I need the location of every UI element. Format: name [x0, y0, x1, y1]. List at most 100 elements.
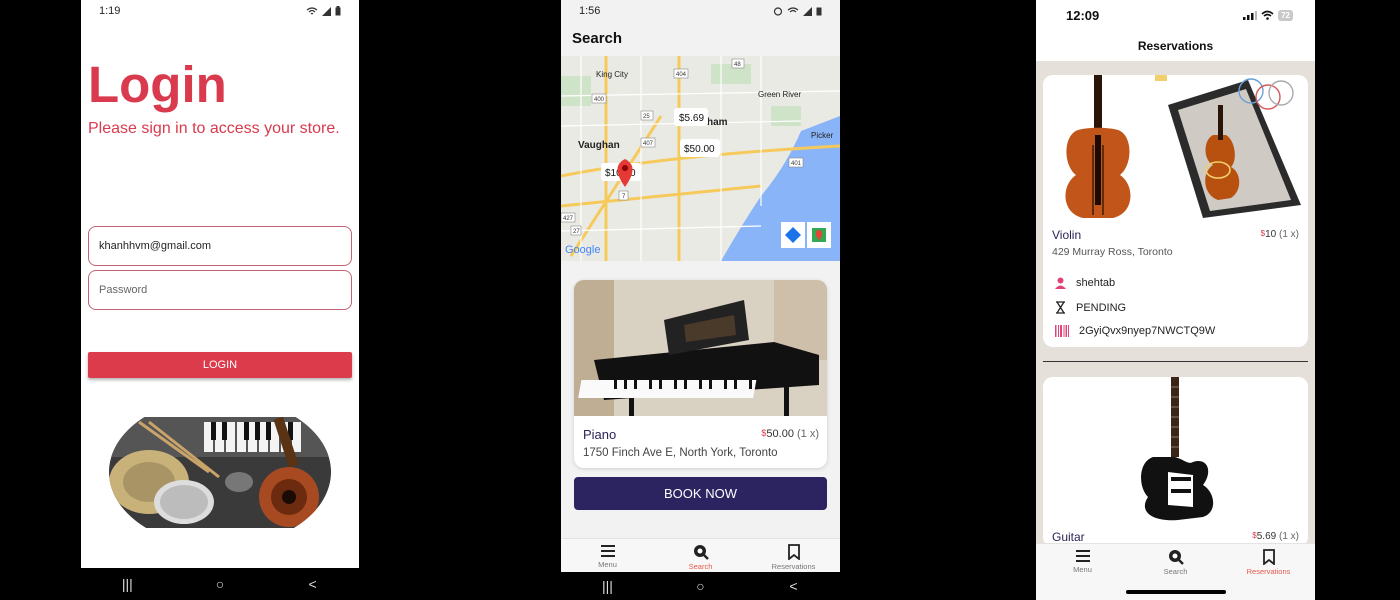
search-screen: 1:56 Search King City Vaughan Green Rive… [561, 0, 840, 600]
google-logo: Google [565, 244, 600, 256]
search-pin-icon [693, 545, 709, 560]
reservation-code-row: 2GyiQvx9nyep7NWCTQ9W [1055, 325, 1215, 337]
status-bar: 12:09 72 [1036, 0, 1315, 30]
bookmark-icon [787, 544, 800, 560]
tab-label: Reservations [771, 562, 816, 571]
reservation-status-row: PENDING [1055, 301, 1126, 314]
status-icons [306, 6, 341, 16]
road-label: 427 [563, 216, 574, 222]
recent-apps-button[interactable]: ||| [578, 578, 638, 594]
violin-image [1043, 75, 1308, 218]
login-button[interactable]: LOGIN [88, 352, 352, 378]
road-label: 407 [643, 141, 654, 147]
home-button[interactable]: ○ [671, 578, 731, 594]
signal-icon [803, 6, 812, 16]
item-address: 1750 Finch Ave E, North York, Toronto [583, 447, 778, 459]
reservation-card[interactable]: Violin $10 (1 x) 429 Murray Ross, Toront… [1043, 75, 1308, 347]
back-button[interactable]: < [283, 576, 343, 592]
android-nav-bar: ||| ○ < [561, 572, 840, 600]
tab-search[interactable]: Search [661, 539, 741, 572]
signal-icon [1243, 10, 1258, 20]
recent-apps-button[interactable]: ||| [97, 576, 157, 592]
item-price: $50.00 (1 x) [761, 428, 819, 440]
login-screen: 1:19 Login Please sign in to access your… [81, 0, 359, 600]
price-value: 5.69 [1256, 531, 1277, 542]
book-now-button[interactable]: BOOK NOW [574, 477, 827, 510]
quantity: (1 x) [797, 428, 819, 440]
map-city-label: Vaughan [578, 140, 620, 151]
road-label: 400 [594, 97, 605, 103]
tab-label: Menu [1073, 565, 1092, 574]
bookmark-icon [1262, 549, 1275, 565]
battery-icon [816, 7, 822, 16]
battery-icon [335, 6, 341, 16]
reservations-screen: 12:09 72 Reservations Violin $10 (1 x) 4… [1036, 0, 1315, 600]
reservation-code: 2GyiQvx9nyep7NWCTQ9W [1079, 325, 1216, 337]
road-label: 27 [573, 229, 580, 235]
reservation-user-row: shehtab [1055, 277, 1115, 289]
price-marker: $5.69 [674, 108, 708, 126]
reservation-status: PENDING [1076, 301, 1127, 314]
tab-label: Menu [598, 560, 617, 569]
price-value: 50.00 [766, 428, 794, 440]
status-icons: 72 [1243, 9, 1293, 21]
google-maps-icon [807, 222, 831, 248]
item-name: Piano [583, 427, 617, 442]
signal-icon [322, 6, 331, 16]
wifi-icon [1261, 10, 1274, 20]
page-title: Reservations [1036, 30, 1315, 61]
back-button[interactable]: < [764, 578, 824, 594]
search-pin-icon [1168, 550, 1184, 565]
price-marker-label: $50.00 [684, 144, 715, 155]
map-city-label: ham [707, 117, 728, 128]
wifi-icon [306, 6, 318, 14]
map-view[interactable]: King City Vaughan Green River Picker ham… [561, 56, 840, 261]
tab-label: Search [1163, 567, 1188, 576]
road-label: 401 [791, 161, 802, 167]
instruments-image [109, 417, 331, 528]
quantity: (1 x) [1279, 531, 1299, 542]
menu-icon [1075, 550, 1090, 562]
piano-image [574, 280, 827, 416]
tab-reservations[interactable]: Reservations [1229, 544, 1309, 600]
reservation-user: shehtab [1076, 277, 1116, 289]
road-label: 48 [734, 62, 741, 68]
email-field[interactable]: khanhhvm@gmail.com [88, 226, 352, 266]
status-time: 1:56 [579, 5, 601, 17]
reservation-name: Violin [1052, 228, 1082, 242]
home-button[interactable]: ○ [190, 576, 250, 592]
reservation-card[interactable]: Guitar $5.69 (1 x) [1043, 377, 1308, 547]
barcode-icon [1055, 325, 1069, 337]
reservation-price: $5.69 (1 x) [1252, 531, 1299, 542]
status-icons [773, 6, 822, 16]
tab-menu[interactable]: Menu [568, 539, 648, 572]
map-city-label: Picker [811, 131, 834, 140]
hourglass-icon [1056, 301, 1065, 314]
alarm-icon [773, 7, 783, 16]
status-bar: 1:19 [81, 0, 359, 22]
map-city-label: Green River [758, 90, 801, 99]
tab-menu[interactable]: Menu [1043, 544, 1123, 600]
page-title: Login [88, 56, 227, 113]
home-indicator[interactable] [1126, 590, 1226, 594]
listing-card[interactable]: Piano $50.00 (1 x) 1750 Finch Ave E, Nor… [574, 280, 827, 468]
price-marker: $50.00 [680, 139, 720, 157]
wifi-icon [787, 6, 799, 12]
reservation-address: 429 Murray Ross, Toronto [1052, 246, 1173, 258]
bottom-tab-bar: Menu Search Reservations [561, 538, 840, 572]
directions-icon [781, 222, 805, 248]
divider [1043, 361, 1308, 362]
tab-label: Reservations [1246, 567, 1291, 576]
password-field[interactable]: Password [88, 270, 352, 310]
tab-label: Search [688, 562, 713, 571]
reservation-price: $10 (1 x) [1261, 229, 1299, 240]
map-city-label: King City [596, 70, 628, 79]
page-title: Search [572, 30, 623, 47]
tab-reservations[interactable]: Reservations [754, 539, 834, 572]
battery-icon: 72 [1278, 9, 1293, 21]
road-label: 404 [676, 72, 687, 78]
page-subtitle: Please sign in to access your store. [88, 120, 340, 137]
user-icon [1055, 277, 1066, 289]
price-value: 10 [1265, 229, 1277, 240]
android-nav-bar: ||| ○ < [81, 568, 359, 600]
